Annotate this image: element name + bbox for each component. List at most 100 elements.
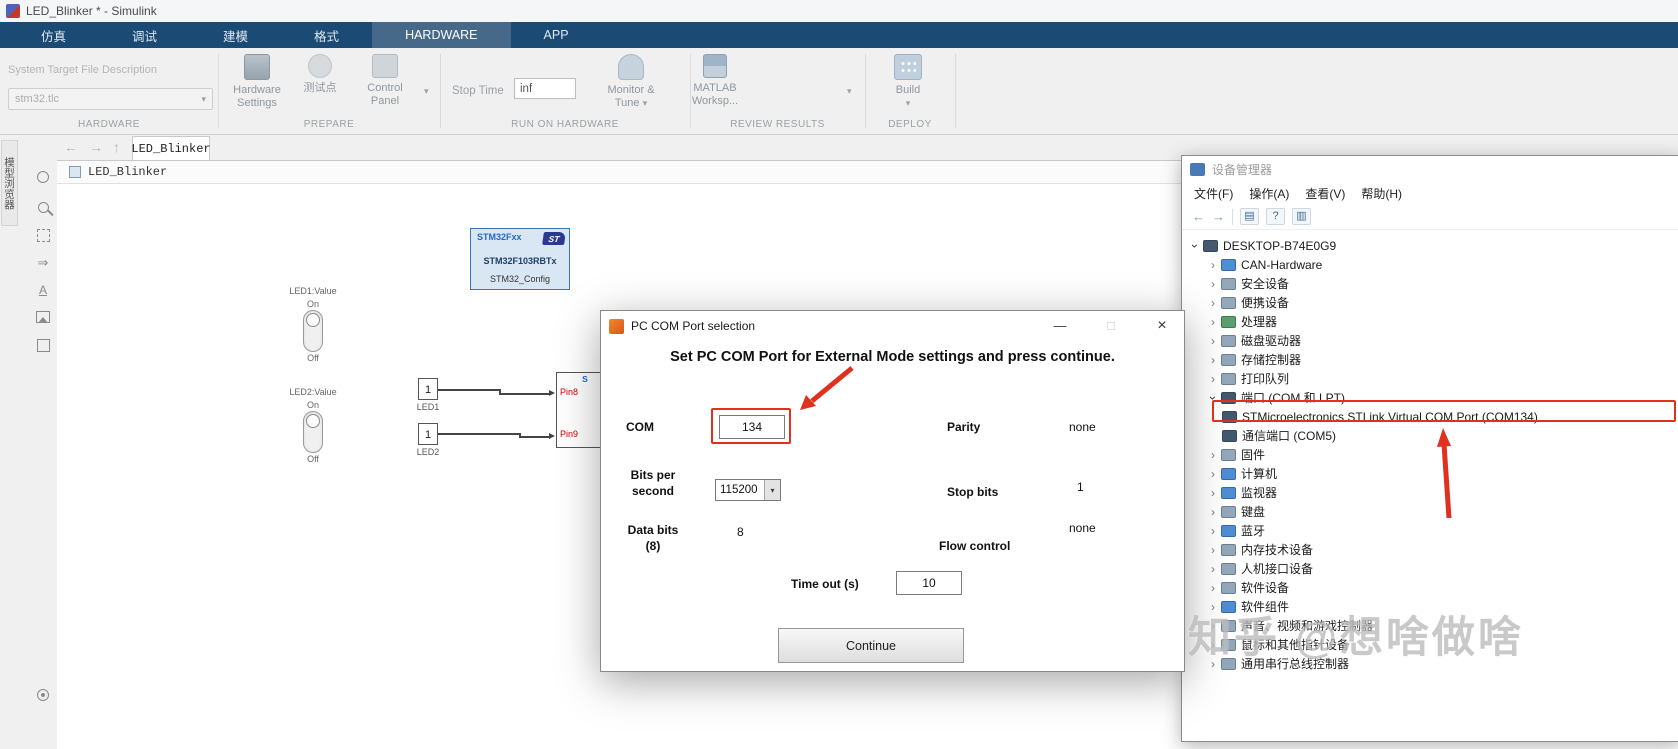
- device-manager-titlebar[interactable]: 设备管理器: [1182, 156, 1678, 182]
- bits-per-second-select[interactable]: 115200 ▾: [715, 479, 781, 501]
- continue-button[interactable]: Continue: [778, 628, 964, 663]
- monitor-tune-button[interactable]: Monitor & Tune ▾: [598, 54, 664, 110]
- tree-item-storage-controllers[interactable]: › 存储控制器: [1182, 350, 1678, 369]
- matlab-workspace-button[interactable]: MATLAB Worksp...: [672, 54, 758, 108]
- minimize-icon[interactable]: —: [1038, 311, 1082, 341]
- tab-hardware[interactable]: HARDWARE: [372, 22, 511, 48]
- constant-block-led1[interactable]: 1: [418, 378, 438, 400]
- tab-modeling[interactable]: 建模: [190, 22, 281, 48]
- tree-item-mice[interactable]: › 鼠标和其他指针设备: [1182, 635, 1678, 654]
- tree-item-sound-video-game[interactable]: › 声音、视频和游戏控制器: [1182, 616, 1678, 635]
- tree-item-hid[interactable]: › 人机接口设备: [1182, 559, 1678, 578]
- keyboards-icon: [1221, 505, 1236, 518]
- hardware-settings-button[interactable]: Hardware Settings: [226, 54, 288, 110]
- nav-back-icon[interactable]: ←: [64, 139, 78, 155]
- chevron-collapsed-icon[interactable]: ›: [1206, 467, 1220, 481]
- tree-item-computer-category[interactable]: › 计算机: [1182, 464, 1678, 483]
- tree-item-memory-devices[interactable]: › 内存技术设备: [1182, 540, 1678, 559]
- tree-item-disk-drives[interactable]: › 磁盘驱动器: [1182, 331, 1678, 350]
- tree-item-can-hardware[interactable]: › CAN-Hardware: [1182, 255, 1678, 274]
- memory-devices-icon: [1221, 543, 1236, 556]
- chevron-collapsed-icon[interactable]: ›: [1206, 638, 1220, 652]
- help-icon[interactable]: ?: [1266, 208, 1285, 225]
- fit-view-icon[interactable]: [34, 226, 52, 244]
- viewmarks-icon[interactable]: [34, 686, 52, 704]
- timeout-input[interactable]: [896, 571, 962, 595]
- chevron-expanded-icon[interactable]: ›: [1188, 239, 1202, 253]
- close-icon[interactable]: ×: [1140, 311, 1184, 341]
- chevron-collapsed-icon[interactable]: ›: [1206, 353, 1220, 367]
- stm32-config-block[interactable]: STM32Fxx ST STM32F103RBTx STM32_Config: [470, 228, 570, 290]
- chevron-collapsed-icon[interactable]: ›: [1206, 372, 1220, 386]
- menu-view[interactable]: 查看(V): [1297, 185, 1353, 202]
- sound-video-game-icon: [1221, 619, 1236, 632]
- model-tab[interactable]: LED_Blinker: [131, 136, 211, 160]
- led1-switch-knob[interactable]: [306, 313, 320, 327]
- tree-item-firmware[interactable]: › 固件: [1182, 445, 1678, 464]
- tree-item-bluetooth[interactable]: › 蓝牙: [1182, 521, 1678, 540]
- tab-format[interactable]: 格式: [281, 22, 372, 48]
- chevron-collapsed-icon[interactable]: ›: [1206, 619, 1220, 633]
- menu-help[interactable]: 帮助(H): [1353, 185, 1410, 202]
- chevron-collapsed-icon[interactable]: ›: [1206, 448, 1220, 462]
- constant-block-led2[interactable]: 1: [418, 423, 438, 445]
- tree-item-print-queues[interactable]: › 打印队列: [1182, 369, 1678, 388]
- chevron-collapsed-icon[interactable]: ›: [1206, 486, 1220, 500]
- zoom-icon[interactable]: [34, 198, 52, 216]
- forward-arrow-icon[interactable]: →: [1212, 209, 1225, 224]
- image-icon[interactable]: [34, 308, 52, 326]
- chevron-collapsed-icon[interactable]: ›: [1206, 581, 1220, 595]
- menu-file[interactable]: 文件(F): [1186, 185, 1241, 202]
- annotation-icon[interactable]: A: [34, 281, 52, 299]
- chevron-collapsed-icon[interactable]: ›: [1206, 562, 1220, 576]
- chevron-collapsed-icon[interactable]: ›: [1206, 277, 1220, 291]
- menu-action[interactable]: 操作(A): [1241, 185, 1297, 202]
- testpoint-button[interactable]: 测试点: [292, 54, 348, 95]
- collapse-panel-icon[interactable]: [34, 168, 52, 186]
- prepare-more-chevron-icon[interactable]: ▾: [424, 86, 429, 97]
- chevron-collapsed-icon[interactable]: ›: [1206, 258, 1220, 272]
- chevron-collapsed-icon[interactable]: ›: [1206, 334, 1220, 348]
- tree-item-computer[interactable]: › DESKTOP-B74E0G9: [1182, 236, 1678, 255]
- toolbar-separator: [1232, 208, 1233, 225]
- tree-item-monitors[interactable]: › 监视器: [1182, 483, 1678, 502]
- led2-switch[interactable]: [303, 411, 323, 453]
- console-icon[interactable]: ▥: [1292, 208, 1311, 225]
- tab-debug[interactable]: 调试: [99, 22, 190, 48]
- nav-up-icon[interactable]: ↑: [113, 139, 120, 155]
- signal-routing-icon[interactable]: ⇒: [34, 254, 52, 272]
- list-view-icon[interactable]: ▤: [1240, 208, 1259, 225]
- chevron-collapsed-icon[interactable]: ›: [1206, 315, 1220, 329]
- tree-item-processors[interactable]: › 处理器: [1182, 312, 1678, 331]
- review-more-chevron-icon[interactable]: ▾: [847, 86, 852, 97]
- chevron-collapsed-icon[interactable]: ›: [1206, 600, 1220, 614]
- chevron-down-icon[interactable]: ▾: [764, 480, 780, 500]
- tab-app[interactable]: APP: [511, 22, 602, 48]
- tree-item-keyboards[interactable]: › 键盘: [1182, 502, 1678, 521]
- chevron-collapsed-icon[interactable]: ›: [1206, 524, 1220, 538]
- chevron-collapsed-icon[interactable]: ›: [1206, 505, 1220, 519]
- led2-switch-knob[interactable]: [306, 414, 320, 428]
- back-arrow-icon[interactable]: ←: [1192, 209, 1205, 224]
- dialog-titlebar[interactable]: PC COM Port selection — □ ×: [601, 311, 1184, 341]
- mice-icon: [1221, 638, 1236, 651]
- tree-item-com5-port[interactable]: 通信端口 (COM5): [1182, 426, 1678, 445]
- tree-item-software-components[interactable]: › 软件组件: [1182, 597, 1678, 616]
- chevron-collapsed-icon[interactable]: ›: [1206, 296, 1220, 310]
- control-panel-button[interactable]: Control Panel: [354, 54, 416, 108]
- led1-switch[interactable]: [303, 310, 323, 352]
- nav-forward-icon[interactable]: →: [89, 139, 103, 155]
- chevron-collapsed-icon[interactable]: ›: [1206, 657, 1220, 671]
- tree-item-portable-devices[interactable]: › 便携设备: [1182, 293, 1678, 312]
- tree-item-usb-controllers[interactable]: › 通用串行总线控制器: [1182, 654, 1678, 673]
- target-file-combo[interactable]: stm32.tlc ▾: [8, 88, 213, 110]
- model-browser-tab[interactable]: 模型浏览器: [1, 140, 18, 226]
- tree-item-security-devices[interactable]: › 安全设备: [1182, 274, 1678, 293]
- chevron-collapsed-icon[interactable]: ›: [1206, 543, 1220, 557]
- build-button[interactable]: Build ▾: [880, 54, 936, 110]
- tab-simulation[interactable]: 仿真: [8, 22, 99, 48]
- breadcrumb-model-name[interactable]: LED_Blinker: [88, 165, 167, 179]
- area-icon[interactable]: [34, 336, 52, 354]
- tree-item-software-devices[interactable]: › 软件设备: [1182, 578, 1678, 597]
- stop-time-input[interactable]: [514, 78, 576, 99]
